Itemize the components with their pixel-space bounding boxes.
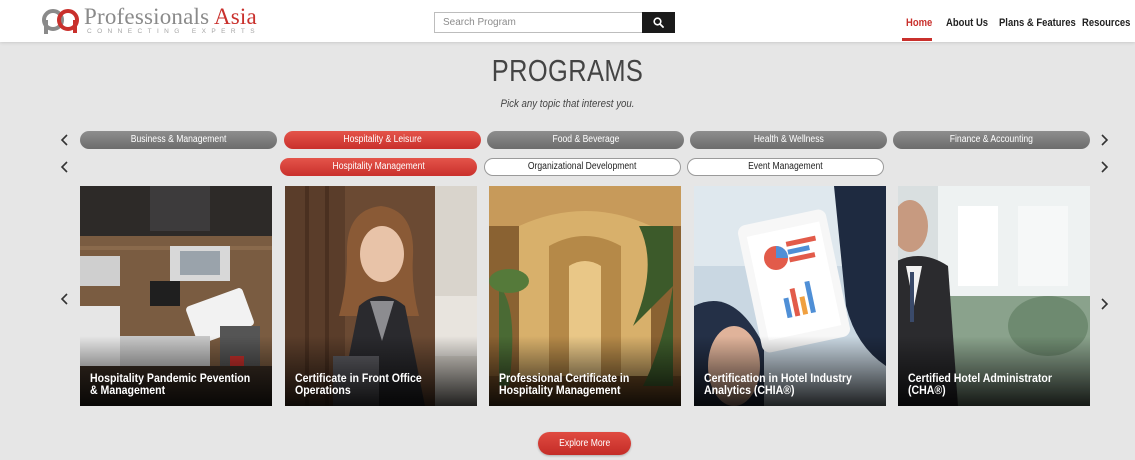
brand-logo[interactable]: Professionals Asia CONNECTING EXPERTS [42,4,262,38]
subcategory-label: Hospitality Management [332,161,425,172]
category-label: Food & Beverage [552,134,619,145]
subcategory-hospitality-management[interactable]: Hospitality Management [280,158,477,176]
nav-active-indicator [902,38,932,41]
nav-about-us[interactable]: About Us [946,17,988,29]
program-title: Certified Hotel Administrator (CHA®) [908,372,1084,396]
category-next-button[interactable] [1097,131,1111,149]
subcategory-label: Event Management [748,161,823,172]
category-label: Health & Wellness [753,134,824,145]
subcategory-label: Organizational Development [528,161,637,172]
program-card[interactable]: Certificate in Front Office Operations [285,186,477,406]
subcategory-next-button[interactable] [1097,158,1111,176]
programs-next-button[interactable] [1097,295,1111,313]
programs-prev-button[interactable] [58,290,72,308]
program-title: Hospitality Pandemic Pevention & Manageme… [90,372,266,396]
brand-name-accent: Asia [213,4,257,29]
category-label: Finance & Accounting [949,134,1034,145]
page-subtitle: Pick any topic that interest you. [500,98,635,110]
category-finance-accounting[interactable]: Finance & Accounting [893,131,1090,149]
search-bar [434,12,675,33]
subcategory-organizational-development[interactable]: Organizational Development [484,158,681,176]
category-label: Business & Management [130,134,227,145]
subcategory-prev-button[interactable] [58,158,72,176]
nav-resources[interactable]: Resources [1082,17,1130,29]
subcategory-event-management[interactable]: Event Management [687,158,884,176]
program-card[interactable]: Hospitality Pandemic Pevention & Manageme… [80,186,272,406]
nav-plans-features[interactable]: Plans & Features [999,17,1076,29]
program-title-line: Hospitality Management [499,383,621,397]
program-title-line: (CHA®) [908,383,946,397]
chevron-left-icon [60,293,68,305]
chevron-right-icon [1101,134,1109,146]
chevron-right-icon [1101,298,1109,310]
brand-logo-mark-icon [42,9,79,34]
search-button[interactable] [642,12,675,33]
program-title: Professional Certificate in Hospitality M… [499,372,675,396]
program-card[interactable]: Certification in Hotel Industry Analytics… [694,186,886,406]
category-label: Hospitality & Leisure [343,134,422,145]
top-header: Professionals Asia CONNECTING EXPERTS Ho… [0,0,1135,42]
page-title: PROGRAMS [491,53,644,88]
chevron-right-icon [1101,161,1109,173]
search-input[interactable] [434,12,642,33]
brand-name-main: Professionals [84,4,214,29]
program-card[interactable]: Certified Hotel Administrator (CHA®) [898,186,1090,406]
chevron-left-icon [60,134,68,146]
category-food-beverage[interactable]: Food & Beverage [487,131,684,149]
category-prev-button[interactable] [58,131,72,149]
explore-more-button[interactable]: Explore More [538,432,631,455]
category-hospitality-leisure[interactable]: Hospitality & Leisure [284,131,481,149]
chevron-left-icon [60,161,68,173]
nav-home[interactable]: Home [906,17,932,29]
brand-tagline: CONNECTING EXPERTS [87,28,260,35]
brand-name: Professionals Asia [84,4,257,30]
program-title: Certificate in Front Office Operations [295,372,471,396]
program-title-line: Analytics (CHIA®) [704,383,795,397]
category-health-wellness[interactable]: Health & Wellness [690,131,887,149]
program-card[interactable]: Professional Certificate in Hospitality M… [489,186,681,406]
program-title: Certification in Hotel Industry Analytics… [704,372,880,396]
program-title-line: & Management [90,383,166,397]
program-title-line: Operations [295,383,351,397]
explore-more-label: Explore More [558,438,611,449]
search-icon [653,17,664,28]
category-business-management[interactable]: Business & Management [80,131,277,149]
